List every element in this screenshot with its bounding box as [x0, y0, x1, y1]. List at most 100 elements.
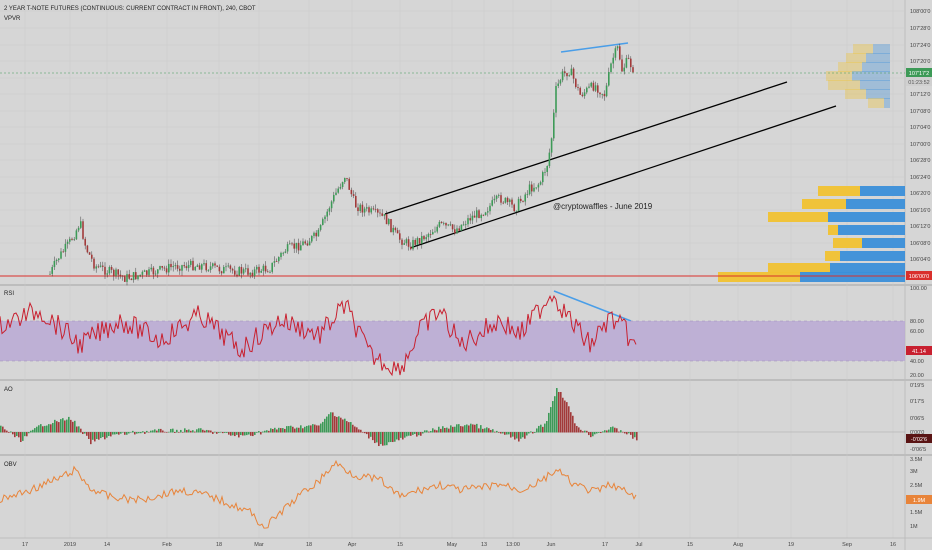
candle-body [583, 92, 586, 97]
ao-bar [542, 426, 544, 433]
obv-axis[interactable]: 3.5M3M2.5M2M1.5M1M [910, 457, 923, 530]
candle-body [555, 85, 557, 113]
candle-body [251, 272, 254, 277]
ao-bar [478, 428, 480, 433]
ao-bar [324, 418, 326, 433]
ao-bar [134, 432, 136, 435]
ao-bar [348, 422, 350, 433]
ao-bar [584, 430, 586, 433]
ao-bar [568, 406, 570, 433]
ao-bar [554, 396, 556, 433]
candle-body [447, 224, 449, 226]
ao-bar [230, 432, 232, 436]
ao-bar [564, 400, 566, 433]
candle-body [242, 269, 245, 274]
candle-body [506, 197, 509, 203]
candle-body [498, 195, 500, 196]
ao-bar [126, 432, 128, 435]
candle-body [612, 57, 614, 64]
ao-bar [28, 432, 30, 434]
candle-body [319, 224, 322, 230]
ao-bar [142, 431, 144, 433]
candle-body [462, 224, 465, 226]
candle-body [256, 266, 258, 270]
ao-bar [20, 432, 22, 443]
ao-bar [0, 425, 2, 433]
volume-profile-bar-up [768, 263, 830, 273]
time-tick-label: Jun [547, 542, 556, 548]
ao-bar [4, 429, 6, 433]
candle-body [119, 274, 122, 276]
candle-body [297, 242, 300, 251]
volume-profile-bar-down [838, 225, 905, 235]
time-tick-label: 19 [788, 542, 794, 548]
rsi-axis[interactable]: 100.00 80.00 60.00 40.00 20.00 [910, 286, 927, 379]
price-axis[interactable]: 108'00'0107'28'0107'24'0107'20'0107'16'0… [910, 9, 930, 280]
candle-body [482, 214, 485, 216]
annotation-text[interactable]: @cryptowaffles - June 2019 [553, 202, 653, 211]
candle-body [517, 198, 520, 211]
rsi-label: RSI [4, 291, 14, 297]
ao-bar [178, 432, 180, 433]
candle-body [115, 269, 117, 276]
ao-bar [316, 425, 318, 433]
time-tick-label: 17 [602, 542, 608, 548]
candle-body [434, 231, 436, 233]
ao-bar [152, 430, 154, 433]
ao-bar [58, 422, 60, 433]
ao-bar [344, 418, 346, 433]
ao-bar [634, 432, 636, 438]
candle-body [511, 199, 513, 205]
ao-bar [162, 430, 164, 433]
ao-bar [216, 432, 218, 434]
ao-bar [12, 432, 14, 435]
candle-body [390, 219, 392, 233]
ao-bar [108, 432, 110, 436]
candle-body [504, 197, 507, 203]
chart-svg: @cryptowaffles - June 2019 2 YEAR T-NOTE… [0, 0, 932, 550]
candle-body [286, 244, 289, 252]
candle-body [385, 214, 388, 225]
candle-body [344, 177, 346, 183]
candle-body [322, 219, 324, 225]
candle-body [308, 241, 311, 246]
ao-bar [574, 423, 576, 433]
candle-body [174, 265, 177, 267]
candle-body [60, 251, 62, 259]
ao-bar [214, 431, 216, 433]
candle-body [231, 268, 234, 271]
ao-bar [428, 431, 430, 433]
time-tick-label: Feb [162, 542, 171, 548]
candle-body [403, 243, 405, 245]
candle-body [324, 216, 326, 220]
volume-profile-bar-up [845, 89, 866, 99]
ao-bar [8, 432, 10, 433]
candle-body [614, 48, 617, 58]
volume-profile-bar-up [825, 251, 840, 261]
candle-body [381, 213, 383, 216]
ao-bar [332, 412, 334, 433]
time-axis[interactable]: 17 2019 14 Feb 18 Mar 18 Apr 15 May 13 13:00 Jun 17 Ju… [22, 542, 896, 548]
ao-bar [510, 432, 512, 438]
candle-body [509, 199, 511, 203]
candle-body [467, 218, 469, 225]
candle-body [388, 219, 390, 225]
candle-body [93, 258, 95, 269]
price-pane[interactable] [0, 0, 905, 284]
ao-bar [270, 428, 272, 433]
obv-pane[interactable] [0, 456, 905, 538]
ao-bar [468, 425, 470, 433]
ao-bar [68, 416, 70, 433]
rsi-band [0, 321, 905, 361]
ao-bar [480, 425, 482, 433]
ao-pane[interactable] [0, 381, 905, 454]
ao-bar [194, 431, 196, 433]
time-tick-label: 18 [216, 542, 222, 548]
ao-bar [630, 432, 632, 435]
candle-body [82, 221, 84, 239]
ao-bar [544, 423, 546, 433]
ao-bar [34, 428, 36, 433]
axis-tick-label: 106'24'0 [910, 175, 930, 181]
candle-body [161, 266, 163, 268]
ao-bar [110, 432, 112, 437]
